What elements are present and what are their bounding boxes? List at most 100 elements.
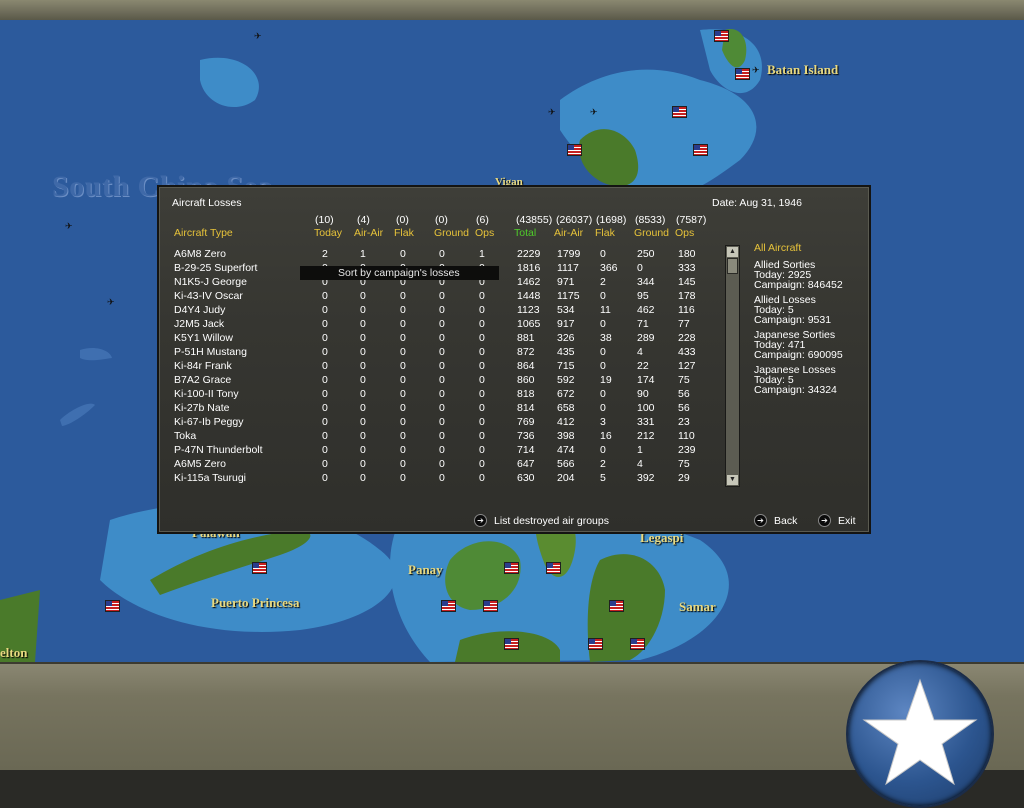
cell-flak: 0 (400, 360, 406, 372)
us-flag-icon[interactable] (441, 600, 456, 612)
cell-campaign-flak: 0 (600, 402, 606, 414)
cell-campaign-total: 872 (517, 346, 535, 358)
table-row[interactable]: Toka 0 0 0 0 0 736 398 16 212 110 (159, 430, 719, 444)
us-flag-icon[interactable] (504, 562, 519, 574)
cell-ops: 1 (479, 248, 485, 260)
cell-campaign-ops: 110 (678, 430, 695, 442)
table-row[interactable]: Ki-115a Tsurugi 0 0 0 0 0 630 204 5 392 29 (159, 472, 719, 486)
table-row[interactable]: P-51H Mustang 0 0 0 0 0 872 435 0 4 433 (159, 346, 719, 360)
cell-aircraft-type: Ki-67-Ib Peggy (174, 416, 244, 428)
aircraft-unit-icon[interactable]: ✈ (752, 66, 760, 75)
cell-campaign-total: 714 (517, 444, 535, 456)
cell-flak: 0 (400, 416, 406, 428)
cell-aircraft-type: J2M5 Jack (174, 318, 225, 330)
table-row[interactable]: J2M5 Jack 0 0 0 0 0 1065 917 0 71 77 (159, 318, 719, 332)
cell-today: 0 (322, 416, 328, 428)
col-ops[interactable]: Ops (475, 227, 494, 239)
cell-campaign-total: 630 (517, 472, 535, 484)
us-flag-icon[interactable] (714, 30, 729, 42)
aircraft-unit-icon[interactable]: ✈ (107, 298, 115, 307)
cell-ground: 0 (439, 458, 445, 470)
cell-aircraft-type: B7A2 Grace (174, 374, 232, 386)
arrow-circle-icon: ➔ (474, 514, 487, 527)
col-today[interactable]: Today (314, 227, 342, 239)
cell-campaign-ground: 95 (637, 290, 649, 302)
table-row[interactable]: K5Y1 Willow 0 0 0 0 0 881 326 38 289 228 (159, 332, 719, 346)
aircraft-unit-icon[interactable]: ✈ (254, 32, 262, 41)
cell-ground: 0 (439, 248, 445, 260)
place-label-puerto-princesa: Puerto Princesa (211, 595, 300, 610)
cell-ground: 0 (439, 388, 445, 400)
cell-campaign-ops: 239 (678, 444, 696, 456)
cell-ops: 0 (479, 346, 485, 358)
allied-sorties: Allied Sorties Today: 2925 Campaign: 846… (754, 260, 864, 291)
aircraft-unit-icon[interactable]: ✈ (548, 108, 556, 117)
table-row[interactable]: Ki-27b Nate 0 0 0 0 0 814 658 0 100 56 (159, 402, 719, 416)
table-scrollbar[interactable]: ▲ ▼ (725, 245, 740, 487)
cell-air-air: 0 (360, 458, 366, 470)
cell-campaign-air-air: 398 (557, 430, 575, 442)
campaign-total-total: (43855) (516, 214, 553, 226)
col-aircraft-type[interactable]: Aircraft Type (174, 227, 233, 239)
arrow-circle-icon: ➔ (754, 514, 767, 527)
table-row[interactable]: B7A2 Grace 0 0 0 0 0 860 592 19 174 75 (159, 374, 719, 388)
aircraft-filter[interactable]: All Aircraft (754, 243, 864, 254)
scroll-down-arrow-icon[interactable]: ▼ (727, 475, 738, 485)
list-destroyed-button[interactable]: ➔ List destroyed air groups (474, 514, 609, 527)
us-flag-icon[interactable] (693, 144, 708, 156)
us-flag-icon[interactable] (105, 600, 120, 612)
aircraft-unit-icon[interactable]: ✈ (65, 222, 73, 231)
col-campaign-ops[interactable]: Ops (675, 227, 694, 239)
back-button[interactable]: ➔ Back (754, 514, 797, 527)
us-flag-icon[interactable] (483, 600, 498, 612)
us-flag-icon[interactable] (588, 638, 603, 650)
table-row[interactable]: Ki-43-IV Oscar 0 0 0 0 0 1448 1175 0 95 178 (159, 290, 719, 304)
col-air-air[interactable]: Air-Air (354, 227, 383, 239)
table-row[interactable]: A6M5 Zero 0 0 0 0 0 647 566 2 4 75 (159, 458, 719, 472)
cell-aircraft-type: P-51H Mustang (174, 346, 247, 358)
col-campaign-flak[interactable]: Flak (595, 227, 615, 239)
allied-losses: Allied Losses Today: 5 Campaign: 9531 (754, 295, 864, 326)
campaign-flak-total: (1698) (596, 214, 627, 226)
col-campaign-total[interactable]: Total (514, 227, 536, 239)
cell-campaign-total: 1816 (517, 262, 541, 274)
us-flag-icon[interactable] (546, 562, 561, 574)
cell-air-air: 0 (360, 360, 366, 372)
cell-campaign-ops: 333 (678, 262, 696, 274)
cell-ops: 0 (479, 416, 485, 428)
table-row[interactable]: Ki-100-II Tony 0 0 0 0 0 818 672 0 90 56 (159, 388, 719, 402)
col-campaign-ground[interactable]: Ground (634, 227, 669, 239)
us-flag-icon[interactable] (252, 562, 267, 574)
us-flag-icon[interactable] (504, 638, 519, 650)
scroll-thumb[interactable] (727, 258, 738, 274)
cell-air-air: 0 (360, 472, 366, 484)
table-row[interactable]: Ki-67-Ib Peggy 0 0 0 0 0 769 412 3 331 23 (159, 416, 719, 430)
cell-campaign-total: 1065 (517, 318, 541, 330)
us-flag-icon[interactable] (609, 600, 624, 612)
us-flag-icon[interactable] (630, 638, 645, 650)
cell-campaign-ground: 4 (637, 346, 643, 358)
us-flag-icon[interactable] (567, 144, 582, 156)
cell-campaign-air-air: 672 (557, 388, 575, 400)
aircraft-unit-icon[interactable]: ✈ (590, 108, 598, 117)
cell-aircraft-type: A6M5 Zero (174, 458, 226, 470)
table-row[interactable]: A6M8 Zero 2 1 0 0 1 2229 1799 0 250 180 (159, 248, 719, 262)
cell-ground: 0 (439, 472, 445, 484)
col-ground[interactable]: Ground (434, 227, 469, 239)
table-row[interactable]: D4Y4 Judy 0 0 0 0 0 1123 534 11 462 116 (159, 304, 719, 318)
scroll-up-arrow-icon[interactable]: ▲ (727, 247, 738, 257)
cell-ground: 0 (439, 416, 445, 428)
exit-button[interactable]: ➔ Exit (818, 514, 856, 527)
cell-campaign-total: 647 (517, 458, 535, 470)
us-flag-icon[interactable] (672, 106, 687, 118)
us-flag-icon[interactable] (735, 68, 750, 80)
col-campaign-air-air[interactable]: Air-Air (554, 227, 583, 239)
cell-campaign-air-air: 971 (557, 276, 575, 288)
cell-campaign-ops: 433 (678, 346, 696, 358)
cell-air-air: 0 (360, 402, 366, 414)
table-row[interactable]: P-47N Thunderbolt 0 0 0 0 0 714 474 0 1 239 (159, 444, 719, 458)
table-row[interactable]: Ki-84r Frank 0 0 0 0 0 864 715 0 22 127 (159, 360, 719, 374)
col-flak[interactable]: Flak (394, 227, 414, 239)
campaign-ops-total: (7587) (676, 214, 707, 226)
cell-air-air: 0 (360, 388, 366, 400)
